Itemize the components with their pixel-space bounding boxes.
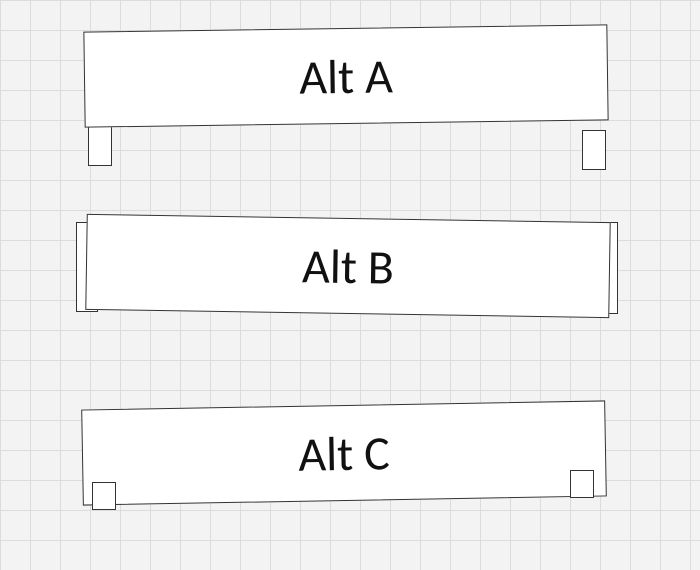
alt-b-panel[interactable]: Alt B — [85, 214, 610, 318]
alt-b-label: Alt B — [302, 236, 395, 296]
alt-a-tab-left[interactable] — [88, 126, 112, 166]
alt-a-panel[interactable]: Alt A — [83, 24, 608, 127]
alt-c-tab-right[interactable] — [570, 470, 594, 498]
alt-c-panel[interactable]: Alt C — [81, 400, 607, 505]
drawing-canvas[interactable]: Alt A Alt B Alt C — [0, 0, 700, 570]
alt-a-label: Alt A — [299, 46, 393, 106]
alt-c-label: Alt C — [298, 423, 390, 484]
alt-c-tab-left[interactable] — [92, 482, 116, 510]
alt-a-tab-right[interactable] — [582, 130, 606, 170]
